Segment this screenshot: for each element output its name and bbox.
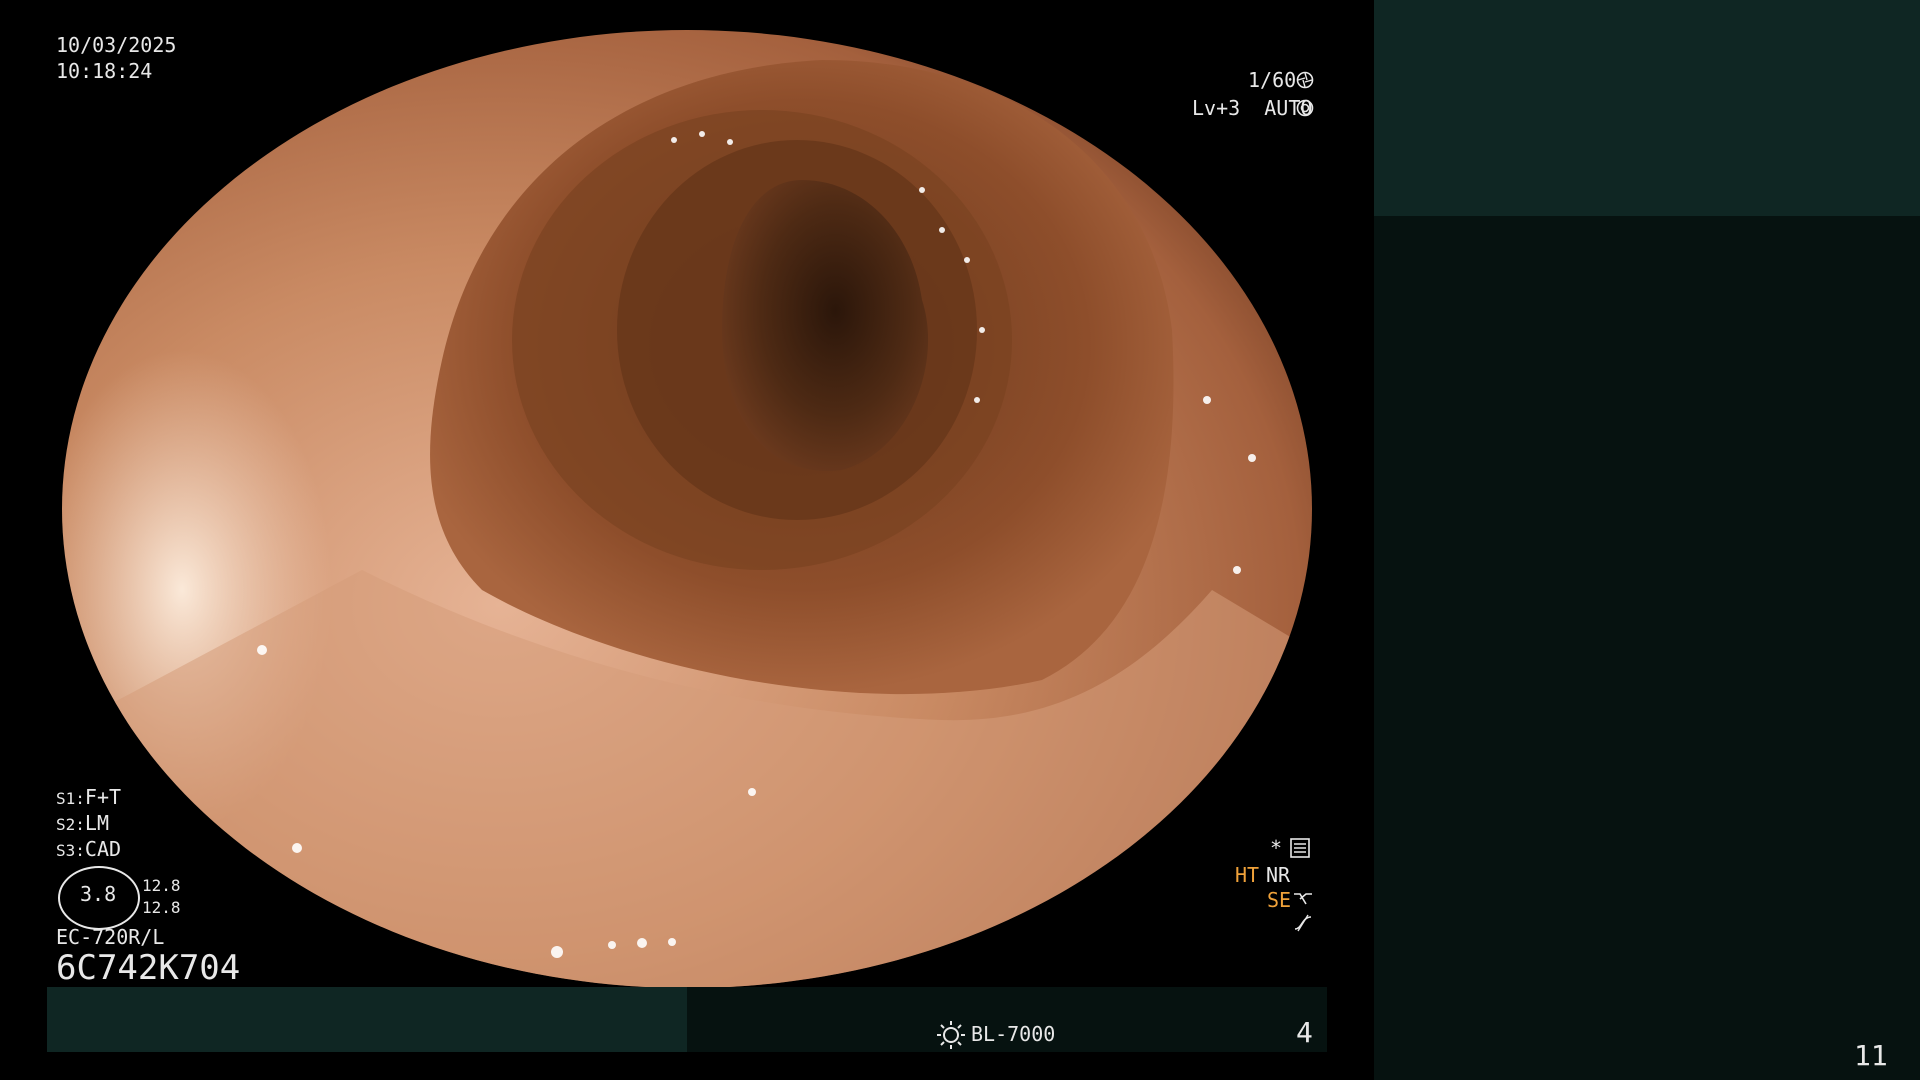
right-panel-bottom: [1374, 216, 1920, 1080]
ht-label: HT: [1235, 863, 1260, 887]
endoscopic-image: [62, 30, 1312, 988]
s3-value: CAD: [84, 837, 122, 861]
scope-model: EC-720R/L: [56, 925, 165, 949]
structure-settings: S1:F+T S2:LM S3:CAD: [56, 785, 121, 863]
scope-serial: 6C742K704: [56, 948, 241, 988]
zoom-b-value: 12.8: [142, 898, 181, 917]
right-panel-top: [1374, 0, 1920, 216]
s2-value: LM: [84, 811, 109, 835]
structure-enhance-icon: [1292, 890, 1314, 914]
time-label: 10:18:24: [56, 59, 153, 83]
curve-icon: [1292, 913, 1314, 937]
page-number-right: 11: [1854, 1039, 1888, 1072]
date-label: 10/03/2025: [56, 33, 177, 57]
s1-value: F+T: [84, 785, 122, 809]
s1-key: S1:: [56, 789, 85, 808]
nr-label: NR: [1266, 863, 1291, 887]
s3-key: S3:: [56, 841, 85, 860]
page-number-left: 4: [1296, 1016, 1313, 1049]
brightness-icon: [1296, 99, 1314, 121]
level-auto-label: Lv+3 AUTO: [1192, 96, 1313, 120]
light-source-icon: [936, 1020, 966, 1054]
settings-list-icon: [1290, 838, 1310, 862]
shutter-label: 1/60: [1248, 68, 1297, 92]
asterisk-label: *: [1270, 836, 1283, 860]
se-label: SE: [1267, 888, 1292, 912]
bottom-bar-left: [47, 987, 687, 1052]
light-source-label: BL-7000: [971, 1022, 1056, 1046]
aperture-icon: [1296, 71, 1314, 93]
zoom-value: 3.8: [80, 882, 117, 906]
s2-key: S2:: [56, 815, 85, 834]
